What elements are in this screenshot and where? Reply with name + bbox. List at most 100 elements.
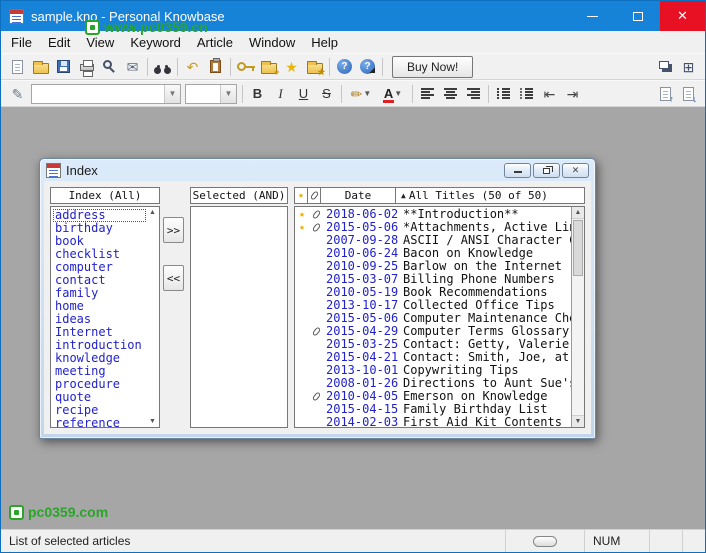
- attach-keywords-button[interactable]: [234, 56, 257, 78]
- find-button[interactable]: [151, 56, 174, 78]
- new-article-button[interactable]: [6, 56, 29, 78]
- flag-article-button[interactable]: ★: [280, 56, 303, 78]
- article-row[interactable]: 2010-04-05 Emerson on Knowledge: [295, 390, 571, 403]
- font-family-combo[interactable]: ▼: [31, 83, 181, 104]
- attachments-button[interactable]: ★: [303, 56, 326, 78]
- article-row[interactable]: 2015-03-07 Billing Phone Numbers: [295, 273, 571, 286]
- index-close-button[interactable]: ✕: [562, 162, 589, 178]
- arrange-windows-button[interactable]: ⊞: [677, 56, 700, 78]
- date-column-header[interactable]: Date: [320, 187, 396, 204]
- font-color-button[interactable]: A ▼: [377, 83, 409, 105]
- selected-list-header[interactable]: Selected (AND): [190, 187, 288, 204]
- email-article-button[interactable]: ✉: [121, 56, 144, 78]
- align-left-button[interactable]: [416, 83, 439, 105]
- align-right-button[interactable]: [462, 83, 485, 105]
- keyword-item[interactable]: knowledge: [53, 352, 146, 365]
- selected-list[interactable]: [190, 206, 288, 428]
- keyword-item[interactable]: birthday: [53, 222, 146, 235]
- buy-now-button[interactable]: Buy Now!: [392, 55, 474, 78]
- keyword-item[interactable]: reference: [53, 417, 146, 427]
- keyword-item[interactable]: Internet: [53, 326, 146, 339]
- keyword-item[interactable]: recipe: [53, 404, 146, 417]
- outdent-button[interactable]: ⇤: [538, 83, 561, 105]
- chevron-down-icon[interactable]: ▼: [164, 84, 180, 103]
- underline-button[interactable]: U: [292, 83, 315, 105]
- keyword-item[interactable]: ideas: [53, 313, 146, 326]
- articles-scrollbar[interactable]: ▲ ▼: [571, 207, 584, 427]
- numbered-list-button[interactable]: [492, 83, 515, 105]
- paste-button[interactable]: [204, 56, 227, 78]
- article-row[interactable]: 2015-04-21 Contact: Smith, Joe, at Acme: [295, 351, 571, 364]
- next-article-button[interactable]: ↓: [677, 83, 700, 105]
- help-button[interactable]: ?: [333, 56, 356, 78]
- remove-keyword-button[interactable]: <<: [163, 265, 184, 291]
- font-size-combo[interactable]: ▼: [185, 83, 237, 104]
- bullet-list-button[interactable]: [515, 83, 538, 105]
- menu-article[interactable]: Article: [189, 35, 241, 50]
- keyword-item[interactable]: computer: [53, 261, 146, 274]
- menu-view[interactable]: View: [78, 35, 122, 50]
- keyword-item[interactable]: address: [53, 209, 146, 222]
- keyword-item[interactable]: procedure: [53, 378, 146, 391]
- menu-edit[interactable]: Edit: [40, 35, 78, 50]
- menu-file[interactable]: File: [3, 35, 40, 50]
- keyword-list-header[interactable]: Index (All): [50, 187, 160, 204]
- menu-help[interactable]: Help: [303, 35, 346, 50]
- print-button[interactable]: [75, 56, 98, 78]
- scroll-up-icon[interactable]: ▲: [572, 207, 584, 219]
- article-row[interactable]: 2013-10-17 Collected Office Tips: [295, 299, 571, 312]
- scroll-down-icon[interactable]: ▼: [572, 415, 584, 427]
- index-minimize-button[interactable]: [504, 162, 531, 178]
- highlight-pen-button[interactable]: ✏ ▼: [345, 83, 377, 105]
- menu-keyword[interactable]: Keyword: [122, 35, 189, 50]
- keyword-item[interactable]: meeting: [53, 365, 146, 378]
- new-keyword-button[interactable]: +: [257, 56, 280, 78]
- bold-button[interactable]: B: [246, 83, 269, 105]
- strikethrough-button[interactable]: S: [315, 83, 338, 105]
- keyword-scrollbar[interactable]: ▲ ▼: [147, 208, 158, 426]
- scroll-up-icon[interactable]: ▲: [149, 208, 156, 217]
- article-row[interactable]: 2008-01-26 Directions to Aunt Sue's: [295, 377, 571, 390]
- chevron-down-icon[interactable]: ▼: [220, 84, 236, 103]
- keyword-item[interactable]: family: [53, 287, 146, 300]
- keyword-item[interactable]: checklist: [53, 248, 146, 261]
- edit-note-button[interactable]: ✎: [6, 83, 29, 105]
- article-row[interactable]: 2015-04-29 Computer Terms Glossary: [295, 325, 571, 338]
- save-button[interactable]: [52, 56, 75, 78]
- maximize-button[interactable]: [615, 1, 660, 31]
- article-row[interactable]: 2013-10-01 Copywriting Tips: [295, 364, 571, 377]
- index-window-titlebar[interactable]: Index ✕: [40, 159, 595, 181]
- undo-button[interactable]: ↶: [181, 56, 204, 78]
- new-window-button[interactable]: [654, 56, 677, 78]
- context-help-button[interactable]: ?: [356, 56, 379, 78]
- indent-button[interactable]: ⇥: [561, 83, 584, 105]
- open-file-button[interactable]: [29, 56, 52, 78]
- scroll-down-icon[interactable]: ▼: [149, 417, 156, 426]
- align-center-button[interactable]: [439, 83, 462, 105]
- article-row[interactable]: 2014-02-03 First Aid Kit Contents: [295, 416, 571, 427]
- article-row[interactable]: 2010-09-25 Barlow on the Internet: [295, 260, 571, 273]
- scrollbar-thumb[interactable]: [573, 220, 583, 276]
- article-row[interactable]: 2015-04-15 Family Birthday List: [295, 403, 571, 416]
- article-row[interactable]: 2007-09-28 ASCII / ANSI Character Cod: [295, 234, 571, 247]
- article-row[interactable]: 2010-05-19 Book Recommendations: [295, 286, 571, 299]
- titles-column-header[interactable]: ▲ All Titles (50 of 50): [395, 187, 585, 204]
- prev-article-button[interactable]: ↑: [654, 83, 677, 105]
- keyword-item[interactable]: book: [53, 235, 146, 248]
- attachment-column-header[interactable]: [307, 187, 321, 204]
- article-row[interactable]: 2015-03-25 Contact: Getty, Valerie, at Ba: [295, 338, 571, 351]
- article-row[interactable]: 2010-06-24 Bacon on Knowledge: [295, 247, 571, 260]
- close-button[interactable]: ✕: [660, 1, 705, 31]
- article-row[interactable]: ★ 2015-05-06 *Attachments, Active Links, &: [295, 221, 571, 234]
- menu-window[interactable]: Window: [241, 35, 303, 50]
- keyword-item[interactable]: home: [53, 300, 146, 313]
- minimize-button[interactable]: [570, 1, 615, 31]
- article-list[interactable]: ★ 2018-06-02 **Introduction** ★ 2015-05-06 *A…: [295, 207, 571, 427]
- keyword-item[interactable]: contact: [53, 274, 146, 287]
- index-restore-button[interactable]: [533, 162, 560, 178]
- print-preview-button[interactable]: [98, 56, 121, 78]
- keyword-list[interactable]: address birthday book checklist computer cont…: [50, 206, 160, 428]
- italic-button[interactable]: I: [269, 83, 292, 105]
- keyword-item[interactable]: quote: [53, 391, 146, 404]
- add-keyword-button[interactable]: >>: [163, 217, 184, 243]
